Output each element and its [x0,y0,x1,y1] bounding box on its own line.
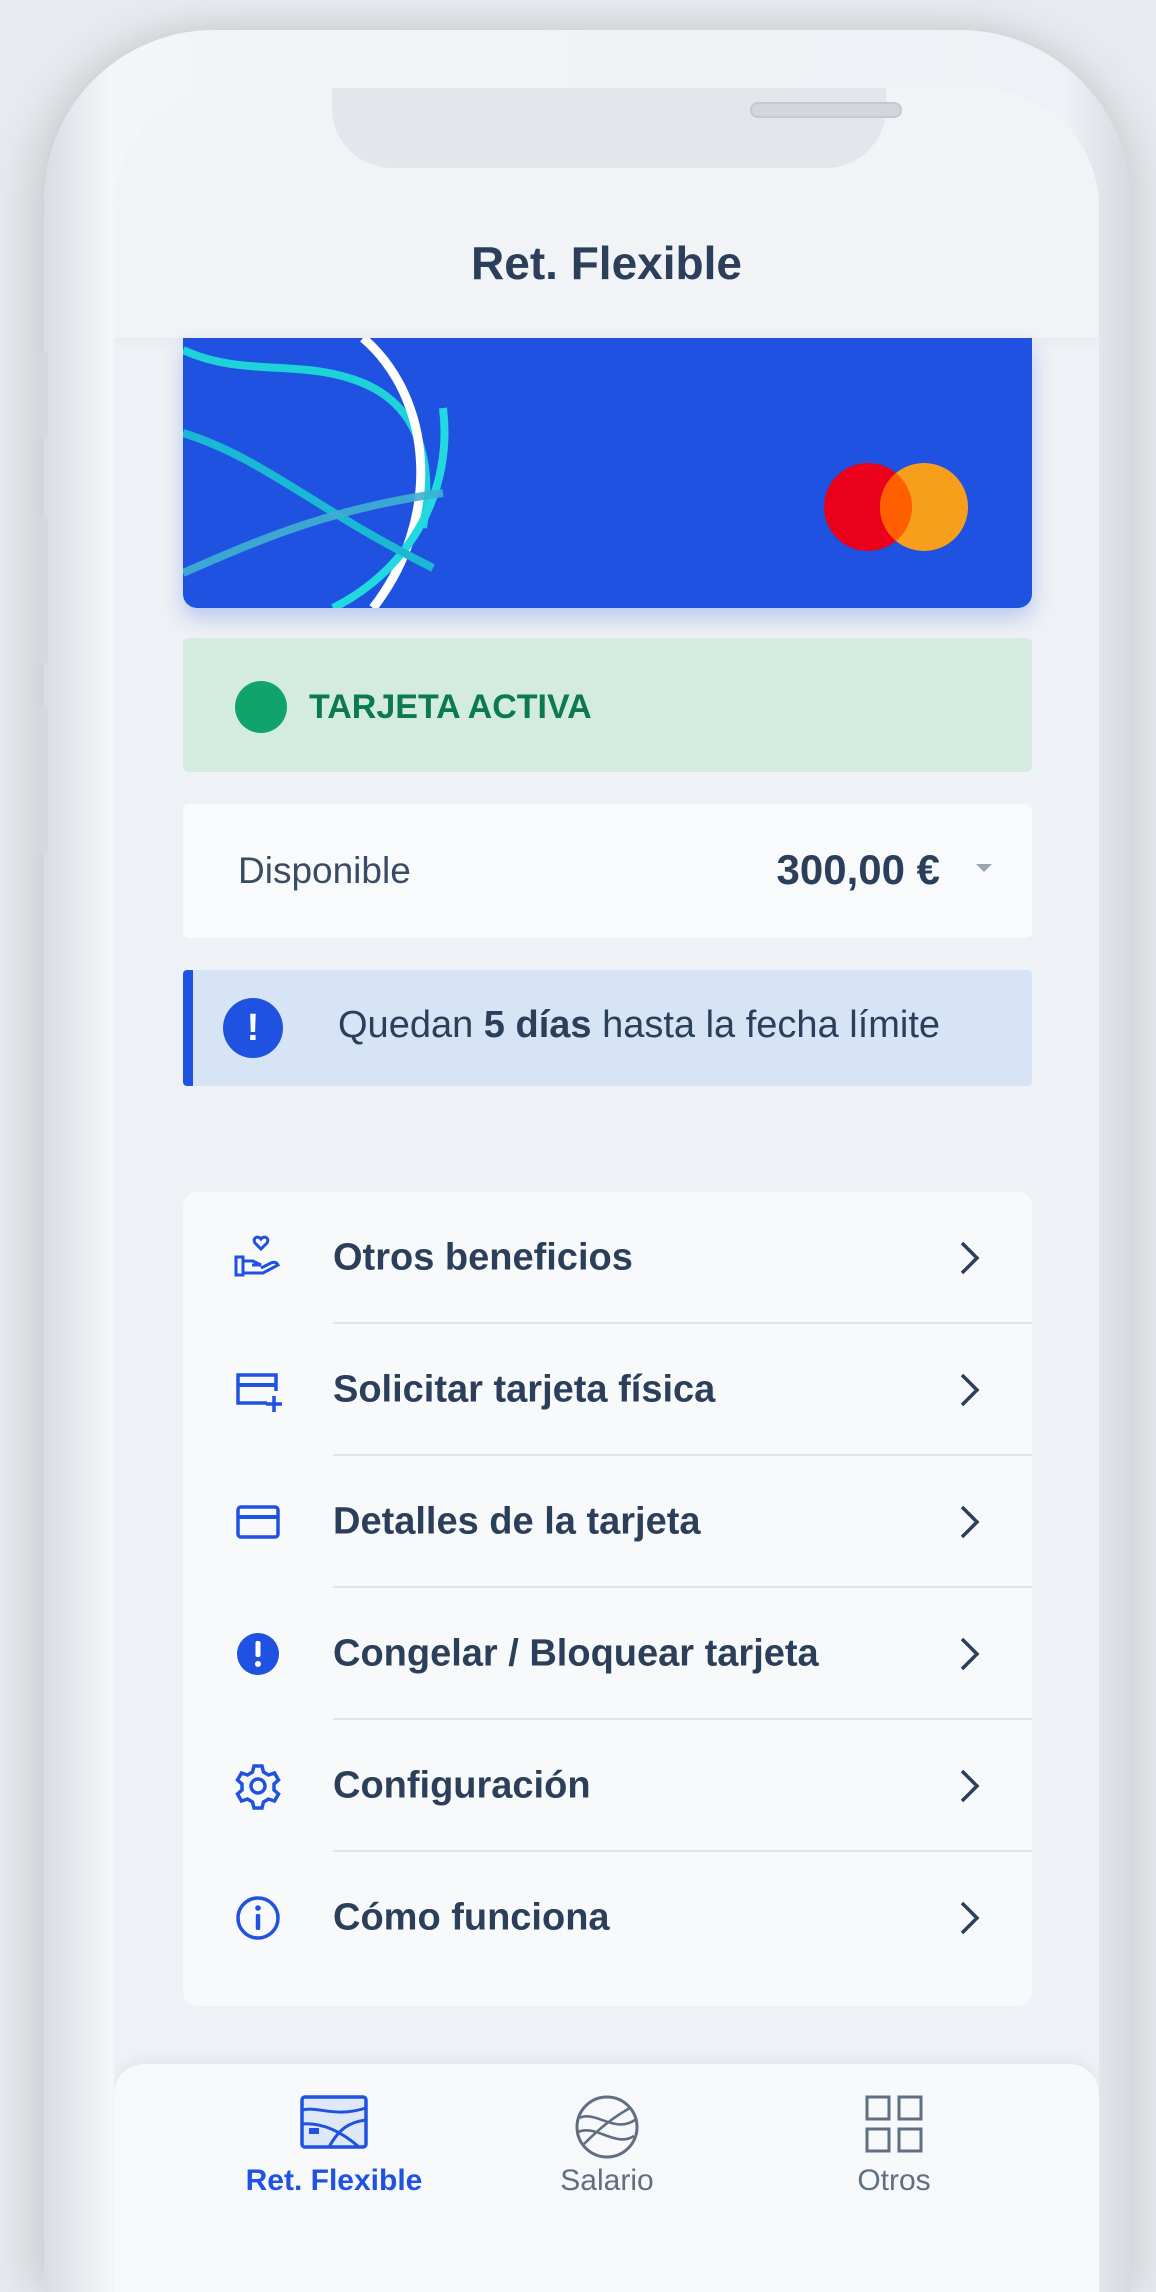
chevron-right-icon [960,1769,980,1803]
menu-item-detalles-tarjeta[interactable]: Detalles de la tarjeta [183,1456,1032,1588]
menu-item-label: Congelar / Bloquear tarjeta [333,1632,819,1675]
menu-item-configuracion[interactable]: Configuración [183,1720,1032,1852]
tab-ret-flexible[interactable]: Ret. Flexible [224,2094,444,2214]
menu-item-label: Configuración [333,1764,591,1807]
available-amount: 300,00 € [776,846,941,893]
available-label: Disponible [238,850,411,891]
chevron-right-icon [960,1241,980,1275]
speaker [750,102,902,118]
menu-item-label: Cómo funciona [333,1896,610,1939]
payment-card[interactable] [183,338,1032,608]
chevron-down-icon[interactable] [976,864,992,872]
tab-label: Salario [560,2164,654,2197]
hand-heart-icon [234,1235,280,1277]
menu-item-solicitar-tarjeta[interactable]: Solicitar tarjeta física [183,1324,1032,1456]
menu-item-label: Otros beneficios [333,1236,633,1279]
bottom-tab-bar: Ret. Flexible Salario Otros [114,2064,1099,2292]
menu-item-otros-beneficios[interactable]: Otros beneficios [183,1192,1032,1324]
chevron-right-icon [960,1901,980,1935]
exclamation-icon: ! [223,998,283,1058]
tab-label: Otros [857,2164,931,2197]
grid-icon [865,2095,923,2153]
tab-salario[interactable]: Salario [497,2094,717,2214]
info-icon [236,1896,280,1940]
deadline-alert: ! Quedan 5 días hasta la fecha límite [183,970,1032,1086]
menu-item-label: Solicitar tarjeta física [333,1368,716,1411]
mute-switch [36,350,48,440]
available-balance-row[interactable]: Disponible 300,00 € [183,804,1032,938]
status-dot [235,681,287,733]
mastercard-logo [824,463,968,551]
menu-item-congelar-tarjeta[interactable]: Congelar / Bloquear tarjeta [183,1588,1032,1720]
volume-up-button [36,515,48,665]
volume-down-button [36,705,48,855]
status-label: TARJETA ACTIVA [309,688,592,726]
card-wave-icon [300,2095,368,2149]
app-header: Ret. Flexible [114,88,1099,338]
card-add-icon [236,1373,282,1412]
alert-message: Quedan 5 días hasta la fecha límite [338,1004,941,1046]
tab-otros[interactable]: Otros [784,2094,1004,2214]
menu-item-label: Detalles de la tarjeta [333,1500,701,1543]
gear-icon [235,1764,281,1810]
tab-label: Ret. Flexible [245,2164,423,2197]
exclamation-icon [237,1633,279,1675]
globe-wave-icon [575,2095,639,2159]
chevron-right-icon [960,1637,980,1671]
page-title: Ret. Flexible [471,237,742,289]
chevron-right-icon [960,1373,980,1407]
card-options-menu: Otros beneficios Solicitar tarjeta físic… [183,1192,1032,2006]
menu-item-como-funciona[interactable]: Cómo funciona [183,1852,1032,1984]
app-screen: Ret. Flexible TARJETA ACTIVA Disponible … [114,88,1099,2292]
notch [332,88,902,168]
card-icon [236,1505,280,1539]
card-status-banner: TARJETA ACTIVA [183,638,1032,772]
chevron-right-icon [960,1505,980,1539]
